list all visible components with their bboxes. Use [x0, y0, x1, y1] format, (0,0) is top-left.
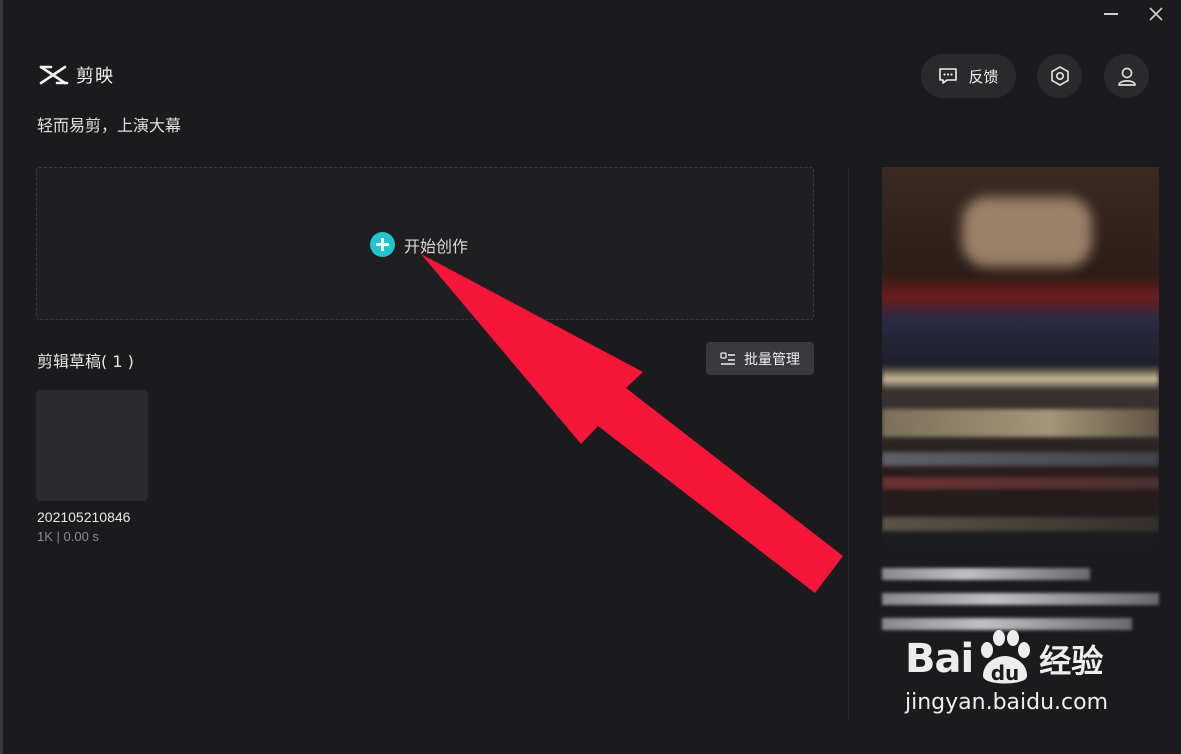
baidu-jingyan-watermark: Bai du 经验 jingyan.baidu.com	[905, 628, 1120, 715]
user-icon	[1117, 67, 1136, 86]
close-icon	[1149, 7, 1163, 21]
plus-circle-icon	[370, 232, 395, 257]
start-creation-label: 开始创作	[404, 236, 469, 256]
hexagon-settings-icon	[1050, 66, 1069, 86]
watermark-url: jingyan.baidu.com	[905, 690, 1109, 715]
watermark-brand-left: Bai	[905, 636, 974, 682]
watermark-brand-suffix: 经验	[1039, 642, 1104, 680]
promo-blur	[882, 365, 1159, 391]
app-name: 剪映	[76, 66, 114, 87]
draft-name: 202105210846	[37, 509, 131, 525]
jianying-home-window: 剪映 轻而易剪，上演大幕 反馈 开始创作 剪辑草稿( 1 ) 批量管理 2021…	[0, 0, 1181, 754]
promo-blur	[882, 409, 1159, 437]
draft-meta: 1K | 0.00 s	[37, 529, 99, 544]
app-slogan: 轻而易剪，上演大幕	[37, 116, 182, 135]
feedback-label: 反馈	[968, 67, 999, 86]
paw-icon: du	[975, 628, 1033, 690]
promo-text-line	[882, 568, 1090, 580]
app-logo: 剪映	[38, 62, 114, 88]
close-button[interactable]	[1141, 2, 1171, 26]
account-button[interactable]	[1104, 54, 1149, 98]
promo-blur	[882, 477, 1159, 489]
window-edge	[0, 0, 3, 754]
promo-blur	[962, 197, 1092, 267]
promo-banner[interactable]	[882, 167, 1159, 548]
jianying-logo-icon	[39, 65, 69, 85]
minimize-button[interactable]	[1096, 2, 1126, 26]
draft-thumbnail[interactable]	[36, 390, 148, 501]
panel-divider	[848, 167, 849, 720]
promo-blur	[882, 452, 1159, 466]
drafts-title: 剪辑草稿( 1 )	[37, 352, 134, 371]
settings-button[interactable]	[1037, 54, 1082, 98]
promo-blur	[882, 517, 1159, 531]
chat-bubble-icon	[939, 68, 958, 84]
batch-manage-button[interactable]: 批量管理	[706, 342, 814, 375]
minimize-icon	[1104, 13, 1118, 15]
start-creation-button[interactable]: 开始创作	[370, 232, 468, 257]
promo-text-line	[882, 593, 1159, 605]
list-manage-icon	[720, 351, 735, 365]
feedback-button[interactable]: 反馈	[921, 54, 1016, 98]
watermark-brand-right: du	[991, 661, 1020, 685]
batch-manage-label: 批量管理	[744, 351, 800, 368]
